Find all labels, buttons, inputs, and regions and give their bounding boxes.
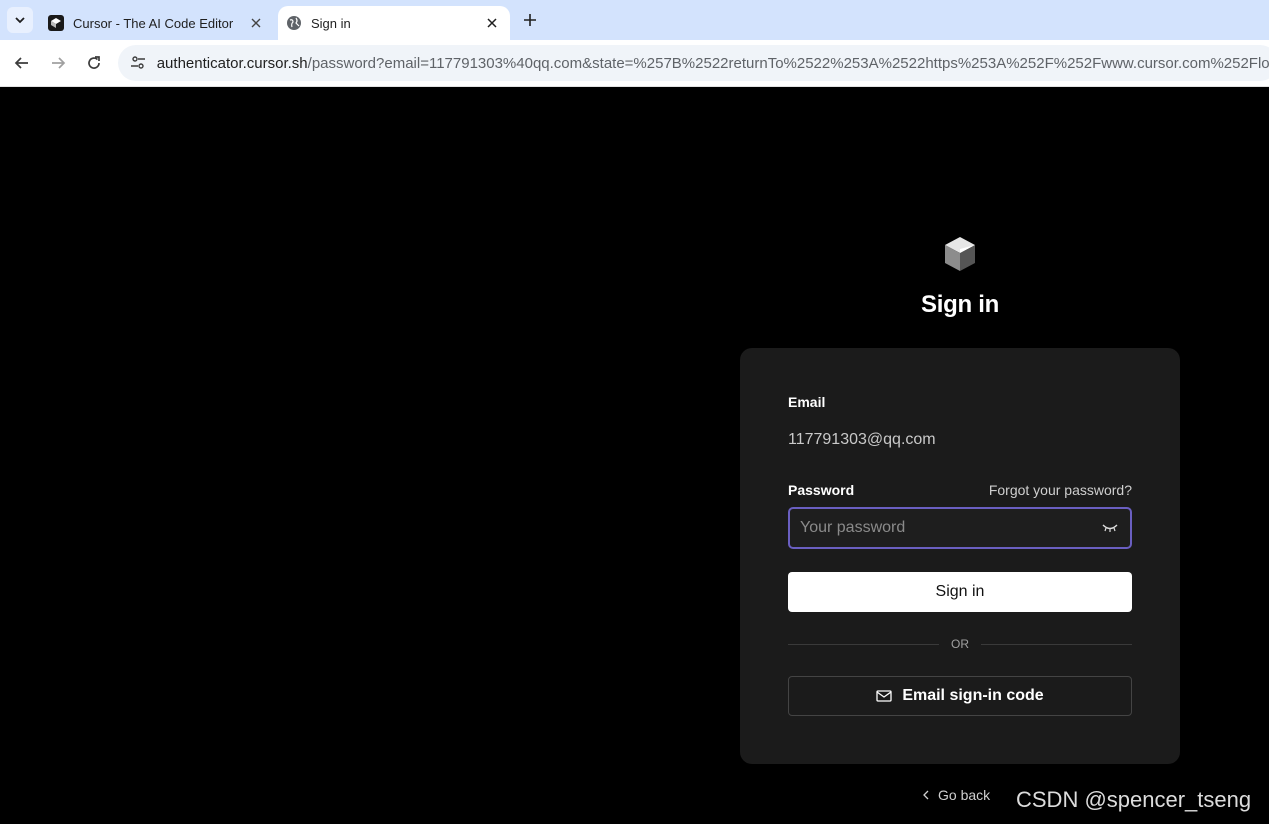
page-content: Sign in Email 117791303@qq.com Password … — [0, 87, 1269, 824]
close-icon[interactable] — [248, 15, 264, 31]
browser-tab-bar: Cursor - The AI Code Editor Sign in — [0, 0, 1269, 40]
sign-in-button[interactable]: Sign in — [788, 572, 1132, 612]
forgot-password-link[interactable]: Forgot your password? — [989, 482, 1132, 498]
browser-tab-sign-in[interactable]: Sign in — [278, 6, 510, 40]
mail-icon — [876, 689, 892, 703]
go-back-label: Go back — [938, 787, 991, 803]
browser-toolbar: authenticator.cursor.sh/password?email=1… — [0, 40, 1269, 87]
password-input[interactable] — [790, 518, 1100, 538]
cursor-logo-icon — [945, 237, 975, 271]
divider-line — [981, 643, 1132, 645]
email-sign-in-code-button[interactable]: Email sign-in code — [788, 676, 1132, 716]
tab-title: Cursor - The AI Code Editor — [73, 15, 234, 31]
sign-in-card: Email 117791303@qq.com Password Forgot y… — [740, 348, 1180, 764]
url-path: /password?email=117791303%40qq.com&state… — [307, 54, 1269, 72]
eye-closed-icon[interactable] — [1100, 521, 1120, 535]
site-settings-icon[interactable] — [127, 52, 149, 74]
watermark: CSDN @spencer_tseng — [1016, 787, 1252, 812]
divider-line — [788, 643, 939, 645]
go-back-link[interactable]: Go back — [920, 787, 990, 803]
divider-text: OR — [951, 637, 969, 651]
reload-button[interactable] — [82, 51, 106, 75]
tab-search-button[interactable] — [7, 7, 33, 33]
arrow-left-icon — [14, 57, 28, 69]
email-label: Email — [788, 394, 826, 410]
password-field[interactable] — [788, 507, 1132, 549]
reload-icon — [88, 56, 100, 69]
url-text: authenticator.cursor.sh/password?email=1… — [157, 55, 1269, 72]
arrow-right-icon — [52, 57, 66, 69]
close-icon[interactable] — [484, 15, 500, 31]
url-host: authenticator.cursor.sh — [156, 54, 308, 72]
or-divider: OR — [788, 636, 1132, 652]
forward-button[interactable] — [46, 51, 70, 75]
chevron-down-icon — [15, 17, 25, 24]
page-title: Sign in — [921, 291, 999, 318]
cursor-logo-icon — [48, 15, 64, 31]
password-label: Password — [788, 482, 855, 498]
email-value: 117791303@qq.com — [788, 431, 936, 448]
email-code-label: Email sign-in code — [902, 687, 1044, 704]
browser-tab-cursor[interactable]: Cursor - The AI Code Editor — [38, 6, 274, 40]
chevron-left-icon — [920, 789, 932, 801]
new-tab-button[interactable] — [520, 10, 540, 30]
globe-icon — [286, 15, 302, 31]
tab-title: Sign in — [311, 15, 351, 31]
back-button[interactable] — [10, 51, 34, 75]
plus-icon — [524, 14, 536, 26]
address-bar[interactable]: authenticator.cursor.sh/password?email=1… — [118, 45, 1269, 81]
